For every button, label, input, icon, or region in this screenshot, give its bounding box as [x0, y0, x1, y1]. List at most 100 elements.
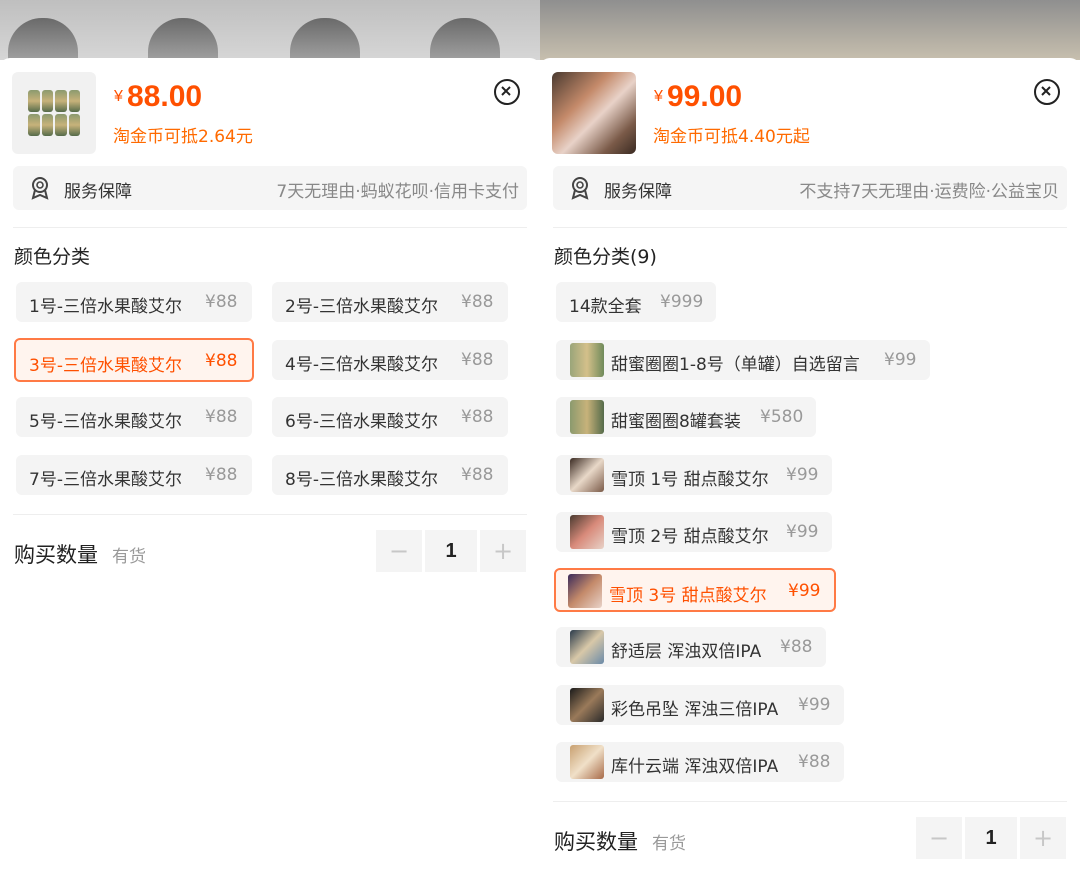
product-thumbnail[interactable] — [552, 72, 636, 154]
option-thumbnail — [570, 458, 604, 492]
quantity-value[interactable]: 1 — [425, 530, 477, 572]
option-price: ¥88 — [780, 637, 813, 657]
stock-status: 有货 — [652, 834, 686, 854]
can-image — [430, 18, 500, 60]
divider — [553, 227, 1067, 228]
quantity-value[interactable]: 1 — [965, 817, 1017, 859]
stock-status: 有货 — [112, 547, 146, 567]
price-currency: ¥ — [114, 88, 123, 105]
decrease-button[interactable]: − — [376, 530, 422, 572]
sku-option[interactable]: 雪顶 2号 甜点酸艾尔 ¥99 — [556, 512, 832, 552]
sku-option[interactable]: 4号-三倍水果酸艾尔 ¥88 — [272, 340, 508, 380]
option-price: ¥88 — [205, 407, 238, 427]
option-label: 8号-三倍水果酸艾尔 — [285, 470, 438, 490]
quantity-label: 购买数量 — [554, 830, 638, 854]
service-guarantee[interactable]: 服务保障 7天无理由·蚂蚁花呗·信用卡支付 — [13, 166, 527, 210]
option-thumbnail — [570, 400, 604, 434]
can-image — [290, 18, 360, 60]
sku-option[interactable]: 7号-三倍水果酸艾尔 ¥88 — [16, 455, 252, 495]
option-price: ¥88 — [461, 465, 494, 485]
close-button[interactable] — [1034, 79, 1060, 105]
service-title: 服务保障 — [64, 182, 132, 202]
option-price: ¥99 — [786, 465, 819, 485]
option-label: 舒适层 浑浊双倍IPA — [611, 642, 762, 662]
sku-option[interactable]: 2号-三倍水果酸艾尔 ¥88 — [272, 282, 508, 322]
option-label: 1号-三倍水果酸艾尔 — [29, 297, 182, 317]
close-button[interactable] — [494, 79, 520, 105]
background-product-image — [0, 0, 540, 60]
option-label: 雪顶 2号 甜点酸艾尔 — [611, 527, 769, 547]
option-price: ¥99 — [788, 581, 821, 601]
option-label: 雪顶 1号 甜点酸艾尔 — [611, 470, 769, 490]
increase-button[interactable]: + — [1020, 817, 1066, 859]
option-price: ¥88 — [205, 465, 238, 485]
option-label: 库什云端 浑浊双倍IPA — [611, 757, 779, 777]
divider — [13, 514, 527, 515]
option-price: ¥88 — [798, 752, 831, 772]
sku-option[interactable]: 彩色吊坠 浑浊三倍IPA ¥99 — [556, 685, 844, 725]
option-price: ¥99 — [798, 695, 831, 715]
close-icon — [501, 86, 511, 96]
sku-sheet: ¥ 88.00 淘金币可抵2.64元 服务保障 7天无理由·蚂蚁花呗·信用卡支付… — [0, 58, 540, 888]
sku-option-selected[interactable]: 雪顶 3号 甜点酸艾尔 ¥99 — [554, 568, 836, 612]
price: 99.00 — [667, 80, 743, 113]
option-price: ¥99 — [786, 522, 819, 542]
divider — [553, 801, 1067, 802]
option-label: 彩色吊坠 浑浊三倍IPA — [611, 700, 779, 720]
sku-option[interactable]: 1号-三倍水果酸艾尔 ¥88 — [16, 282, 252, 322]
service-guarantee[interactable]: 服务保障 不支持7天无理由·运费险·公益宝贝 — [553, 166, 1067, 210]
background-product-image — [540, 0, 1080, 60]
option-price: ¥88 — [461, 350, 494, 370]
option-label: 5号-三倍水果酸艾尔 — [29, 412, 182, 432]
quantity-stepper: − 1 + — [376, 530, 526, 572]
option-label: 14款全套 — [569, 297, 642, 317]
cans-image — [28, 90, 80, 136]
sku-option[interactable]: 舒适层 浑浊双倍IPA ¥88 — [556, 627, 826, 667]
option-price: ¥999 — [660, 292, 704, 312]
option-price: ¥580 — [760, 407, 804, 427]
increase-button[interactable]: + — [480, 530, 526, 572]
award-icon — [571, 177, 589, 200]
option-price: ¥88 — [205, 292, 238, 312]
price-currency: ¥ — [654, 88, 663, 105]
product-thumbnail[interactable] — [12, 72, 96, 154]
sku-option[interactable]: 雪顶 1号 甜点酸艾尔 ¥99 — [556, 455, 832, 495]
product-photo — [552, 72, 636, 154]
price: 88.00 — [127, 80, 203, 113]
coin-discount: 淘金币可抵4.40元起 — [653, 127, 810, 147]
service-title: 服务保障 — [604, 182, 672, 202]
option-thumbnail — [568, 574, 602, 608]
option-label: 甜蜜圈圈8罐套装 — [611, 412, 741, 432]
service-items: 7天无理由·蚂蚁花呗·信用卡支付 — [276, 182, 519, 202]
option-thumbnail — [570, 515, 604, 549]
option-label: 2号-三倍水果酸艾尔 — [285, 297, 438, 317]
sku-panel-left: ¥ 88.00 淘金币可抵2.64元 服务保障 7天无理由·蚂蚁花呗·信用卡支付… — [0, 0, 540, 888]
sku-option[interactable]: 甜蜜圈圈8罐套装 ¥580 — [556, 397, 816, 437]
can-image — [8, 18, 78, 60]
option-label: 7号-三倍水果酸艾尔 — [29, 470, 182, 490]
option-price: ¥88 — [205, 351, 238, 371]
option-thumbnail — [570, 630, 604, 664]
coin-discount: 淘金币可抵2.64元 — [113, 127, 253, 147]
sku-sheet: ¥ 99.00 淘金币可抵4.40元起 服务保障 不支持7天无理由·运费险·公益… — [540, 58, 1080, 888]
sku-option[interactable]: 8号-三倍水果酸艾尔 ¥88 — [272, 455, 508, 495]
sku-option[interactable]: 库什云端 浑浊双倍IPA ¥88 — [556, 742, 844, 782]
option-thumbnail — [570, 688, 604, 722]
sku-option[interactable]: 5号-三倍水果酸艾尔 ¥88 — [16, 397, 252, 437]
sku-option[interactable]: 甜蜜圈圈1-8号（单罐）自选留言 ¥99 — [556, 340, 930, 380]
sku-panel-right: ¥ 99.00 淘金币可抵4.40元起 服务保障 不支持7天无理由·运费险·公益… — [540, 0, 1080, 888]
option-thumbnail — [570, 343, 604, 377]
award-icon — [31, 177, 49, 200]
section-title: 颜色分类 — [14, 246, 91, 268]
decrease-button[interactable]: − — [916, 817, 962, 859]
sku-option-selected[interactable]: 3号-三倍水果酸艾尔 ¥88 — [14, 338, 254, 382]
option-label: 4号-三倍水果酸艾尔 — [285, 355, 438, 375]
option-price: ¥99 — [884, 350, 917, 370]
option-label: 6号-三倍水果酸艾尔 — [285, 412, 438, 432]
option-label: 雪顶 3号 甜点酸艾尔 — [609, 586, 767, 606]
sku-option[interactable]: 6号-三倍水果酸艾尔 ¥88 — [272, 397, 508, 437]
close-icon — [1041, 86, 1051, 96]
quantity-label: 购买数量 — [14, 543, 98, 567]
option-label: 甜蜜圈圈1-8号（单罐）自选留言 — [611, 355, 860, 375]
sku-option[interactable]: 14款全套 ¥999 — [556, 282, 716, 322]
